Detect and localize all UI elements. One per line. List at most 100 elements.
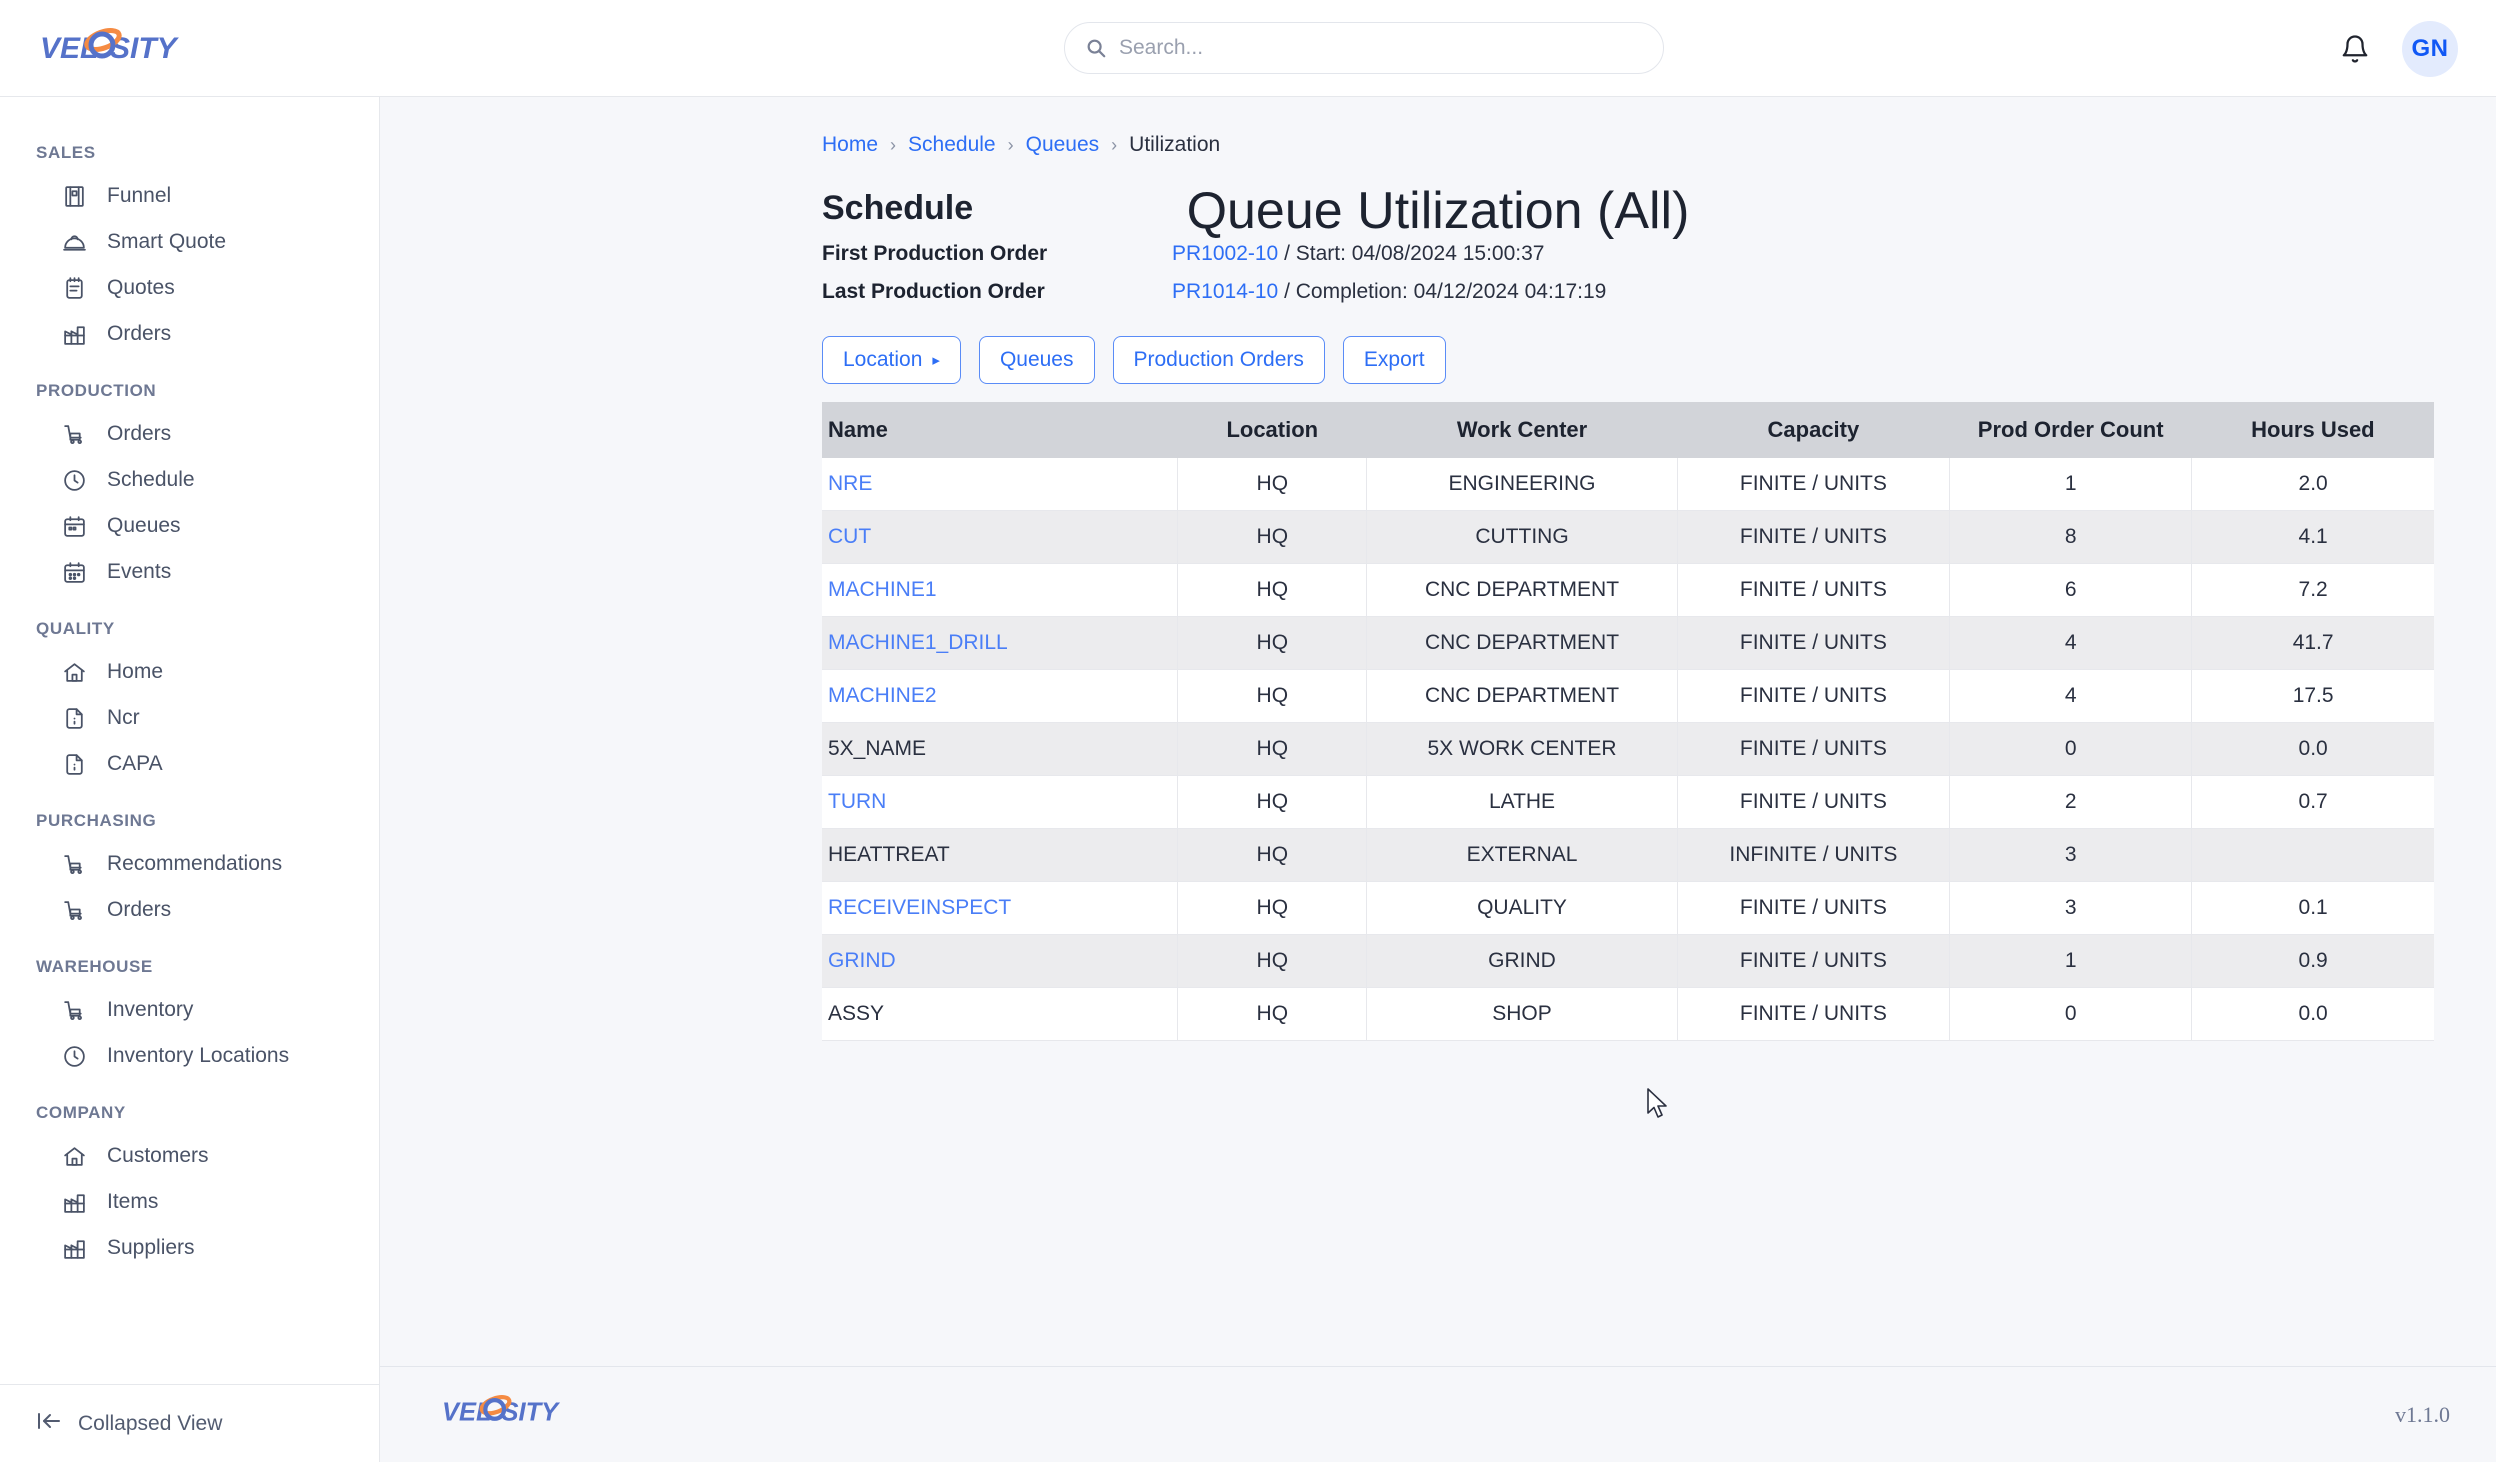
sidebar-item-inventory[interactable]: Inventory xyxy=(0,987,379,1033)
cell-name: NRE xyxy=(822,458,1178,511)
production-orders-button[interactable]: Production Orders xyxy=(1113,336,1325,384)
sidebar-item-label: Orders xyxy=(107,422,171,446)
sidebar-item-orders[interactable]: Orders xyxy=(0,887,379,933)
last-production-order-link[interactable]: PR1014-10 xyxy=(1172,280,1278,303)
sidebar-item-label: Quotes xyxy=(107,276,175,300)
sidebar-item-inventory-locations[interactable]: Inventory Locations xyxy=(0,1033,379,1079)
table-row: CUTHQCUTTINGFINITE / UNITS84.1 xyxy=(822,511,2434,564)
breadcrumb-item-home[interactable]: Home xyxy=(822,133,878,157)
breadcrumb-item-queues[interactable]: Queues xyxy=(1026,133,1100,157)
queue-name-link[interactable]: MACHINE1_DRILL xyxy=(828,631,1008,654)
sidebar-item-suppliers[interactable]: Suppliers xyxy=(0,1225,379,1271)
home-icon xyxy=(62,660,87,685)
file-icon xyxy=(62,706,87,731)
cell-prod-order-count: 8 xyxy=(1950,511,2192,564)
cell-name: HEATTREAT xyxy=(822,829,1178,882)
table-row: 5X_NAMEHQ5X WORK CENTERFINITE / UNITS00.… xyxy=(822,723,2434,776)
brand-logo[interactable]: VEL SITY xyxy=(0,25,380,71)
utilization-table-wrapper: NameLocationWork CenterCapacityProd Orde… xyxy=(380,402,2496,1041)
collapse-left-icon xyxy=(36,1410,62,1437)
cell-capacity: FINITE / UNITS xyxy=(1677,670,1949,723)
cell-location: HQ xyxy=(1178,564,1367,617)
cell-capacity: FINITE / UNITS xyxy=(1677,723,1949,776)
table-row: NREHQENGINEERINGFINITE / UNITS12.0 xyxy=(822,458,2434,511)
breadcrumb-item-schedule[interactable]: Schedule xyxy=(908,133,996,157)
cell-prod-order-count: 3 xyxy=(1950,882,2192,935)
cell-work-center: GRIND xyxy=(1367,935,1677,988)
export-button[interactable]: Export xyxy=(1343,336,1446,384)
cell-capacity: FINITE / UNITS xyxy=(1677,564,1949,617)
queue-name-link[interactable]: CUT xyxy=(828,525,871,548)
sidebar-item-label: Schedule xyxy=(107,468,195,492)
sidebar-group-company: COMPANYCustomersItemsSuppliers xyxy=(0,1085,379,1271)
queue-name-link[interactable]: NRE xyxy=(828,472,872,495)
queue-name-link[interactable]: RECEIVEINSPECT xyxy=(828,896,1011,919)
collapse-view-button[interactable]: Collapsed View xyxy=(0,1384,379,1462)
queue-name-link[interactable]: MACHINE1 xyxy=(828,578,937,601)
sidebar-item-schedule[interactable]: Schedule xyxy=(0,457,379,503)
sidebar-item-orders[interactable]: Orders xyxy=(0,411,379,457)
queue-name-link[interactable]: TURN xyxy=(828,790,886,813)
sidebar-item-orders[interactable]: Orders xyxy=(0,311,379,357)
sidebar-item-ncr[interactable]: Ncr xyxy=(0,695,379,741)
table-body: NREHQENGINEERINGFINITE / UNITS12.0CUTHQC… xyxy=(822,458,2434,1041)
body-region: SALESFunnelSmart QuoteQuotesOrdersPRODUC… xyxy=(0,97,2496,1462)
search-input[interactable] xyxy=(1119,36,1643,60)
cell-hours-used: 0.1 xyxy=(2192,882,2434,935)
breadcrumb-item-utilization: Utilization xyxy=(1129,133,1220,157)
cell-location: HQ xyxy=(1178,776,1367,829)
cell-hours-used xyxy=(2192,829,2434,882)
first-production-order-link[interactable]: PR1002-10 xyxy=(1172,242,1278,265)
sidebar-group-warehouse: WAREHOUSEInventory Inventory Locations xyxy=(0,939,379,1079)
location-button[interactable]: Location ▸ xyxy=(822,336,961,384)
queue-name-link[interactable]: GRIND xyxy=(828,949,896,972)
toolbar: Location ▸ Queues Production Orders Expo… xyxy=(380,336,2496,384)
column-header-name[interactable]: Name xyxy=(822,402,1178,458)
bell-icon[interactable] xyxy=(2340,34,2370,64)
global-search[interactable] xyxy=(1064,22,1664,74)
sidebar-item-recommendations[interactable]: Recommendations xyxy=(0,841,379,887)
cart-icon xyxy=(62,998,87,1023)
queues-button[interactable]: Queues xyxy=(979,336,1095,384)
cell-work-center: CUTTING xyxy=(1367,511,1677,564)
cell-location: HQ xyxy=(1178,670,1367,723)
table-header-row: NameLocationWork CenterCapacityProd Orde… xyxy=(822,402,2434,458)
breadcrumb-separator: › xyxy=(1008,135,1014,156)
last-production-order-text: / Completion: 04/12/2024 04:17:19 xyxy=(1284,280,1606,303)
cart-icon xyxy=(62,852,87,877)
hard-hat-icon xyxy=(62,230,87,255)
cell-capacity: FINITE / UNITS xyxy=(1677,988,1949,1041)
sidebar-group-sales: SALESFunnelSmart QuoteQuotesOrders xyxy=(0,125,379,357)
cell-hours-used: 0.9 xyxy=(2192,935,2434,988)
cell-location: HQ xyxy=(1178,617,1367,670)
sidebar-group-title: WAREHOUSE xyxy=(0,939,379,987)
last-production-order-row: Last Production Order PR1014-10 / Comple… xyxy=(822,280,2496,304)
sidebar-item-label: Items xyxy=(107,1190,158,1214)
sidebar-item-queues[interactable]: Queues xyxy=(0,503,379,549)
column-header-hours-used[interactable]: Hours Used xyxy=(2192,402,2434,458)
queue-name-link[interactable]: MACHINE2 xyxy=(828,684,937,707)
table-row: HEATTREATHQEXTERNALINFINITE / UNITS3 xyxy=(822,829,2434,882)
building-icon xyxy=(62,184,87,209)
column-header-work-center[interactable]: Work Center xyxy=(1367,402,1677,458)
column-header-capacity[interactable]: Capacity xyxy=(1677,402,1949,458)
search-box[interactable] xyxy=(1064,22,1664,74)
footer: VEL SITY v1.1.0 xyxy=(380,1366,2496,1462)
cell-location: HQ xyxy=(1178,723,1367,776)
sidebar-item-quotes[interactable]: Quotes xyxy=(0,265,379,311)
sidebar-item-items[interactable]: Items xyxy=(0,1179,379,1225)
cell-work-center: CNC DEPARTMENT xyxy=(1367,564,1677,617)
cell-hours-used: 0.0 xyxy=(2192,723,2434,776)
column-header-location[interactable]: Location xyxy=(1178,402,1367,458)
sidebar-item-events[interactable]: Events xyxy=(0,549,379,595)
cell-name: 5X_NAME xyxy=(822,723,1178,776)
cell-hours-used: 4.1 xyxy=(2192,511,2434,564)
avatar[interactable]: GN xyxy=(2402,21,2458,77)
column-header-prod-order-count[interactable]: Prod Order Count xyxy=(1950,402,2192,458)
factory-icon xyxy=(62,322,87,347)
sidebar-item-home[interactable]: Home xyxy=(0,649,379,695)
sidebar-item-label: Inventory Locations xyxy=(107,1044,289,1068)
cell-hours-used: 17.5 xyxy=(2192,670,2434,723)
sidebar-item-capa[interactable]: CAPA xyxy=(0,741,379,787)
sidebar-item-customers[interactable]: Customers xyxy=(0,1133,379,1179)
